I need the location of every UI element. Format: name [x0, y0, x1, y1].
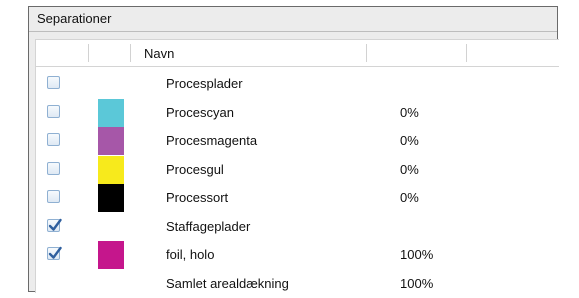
separations-table: Navn Procesplader Procescyan 0% Procesmagen…	[35, 39, 559, 293]
column-divider[interactable]	[466, 44, 467, 62]
coverage-value: 100%	[400, 275, 434, 291]
column-divider[interactable]	[130, 44, 131, 62]
print-checkbox[interactable]	[47, 161, 60, 175]
separation-row[interactable]: Procescyan 0%	[36, 98, 559, 127]
print-checkbox[interactable]	[47, 104, 60, 118]
coverage-value: 0%	[400, 190, 419, 205]
panel-titlebar: Separationer	[29, 7, 557, 32]
column-divider[interactable]	[88, 44, 89, 62]
print-checkbox[interactable]	[47, 218, 62, 232]
coverage-value: 100%	[400, 247, 434, 262]
separation-row[interactable]: Staffageplader	[36, 213, 559, 241]
separation-row[interactable]: Processort 0%	[36, 184, 559, 212]
separation-row[interactable]: Procesgul 0%	[36, 155, 559, 184]
separation-name: Samlet arealdækning	[166, 275, 289, 291]
separation-row[interactable]: Samlet arealdækning 100%	[36, 270, 559, 298]
column-divider[interactable]	[366, 44, 367, 62]
checkmark-icon	[48, 218, 62, 231]
print-checkbox[interactable]	[47, 133, 60, 146]
checkmark-icon	[48, 246, 62, 259]
color-swatch	[98, 155, 124, 184]
separation-name: Procescyan	[166, 104, 234, 120]
coverage-value: 0%	[400, 104, 419, 120]
separation-row[interactable]: Procesmagenta 0%	[36, 127, 559, 155]
separation-name: Procesmagenta	[166, 133, 258, 148]
print-checkbox[interactable]	[47, 246, 62, 260]
color-swatch	[98, 98, 124, 127]
separation-name: Procesgul	[166, 161, 224, 177]
color-swatch	[98, 127, 124, 155]
print-checkbox[interactable]	[47, 190, 60, 203]
separation-name: foil, holo	[166, 247, 215, 262]
separation-name: Procesplader	[166, 76, 243, 91]
color-swatch	[98, 184, 124, 212]
coverage-value: 0%	[400, 161, 419, 177]
separation-row[interactable]: Procesplader	[36, 70, 559, 98]
table-header: Navn	[36, 40, 559, 67]
column-header-name[interactable]: Navn	[144, 46, 174, 61]
separation-name: Staffageplader	[166, 218, 251, 234]
separation-row[interactable]: foil, holo 100%	[36, 241, 559, 269]
separation-name: Processort	[166, 190, 229, 205]
print-checkbox[interactable]	[47, 76, 60, 89]
color-swatch	[98, 241, 124, 269]
coverage-value: 0%	[400, 133, 419, 148]
panel-title: Separationer	[37, 11, 112, 26]
separations-panel: Separationer Navn Procesplader Procescyan…	[28, 6, 559, 293]
